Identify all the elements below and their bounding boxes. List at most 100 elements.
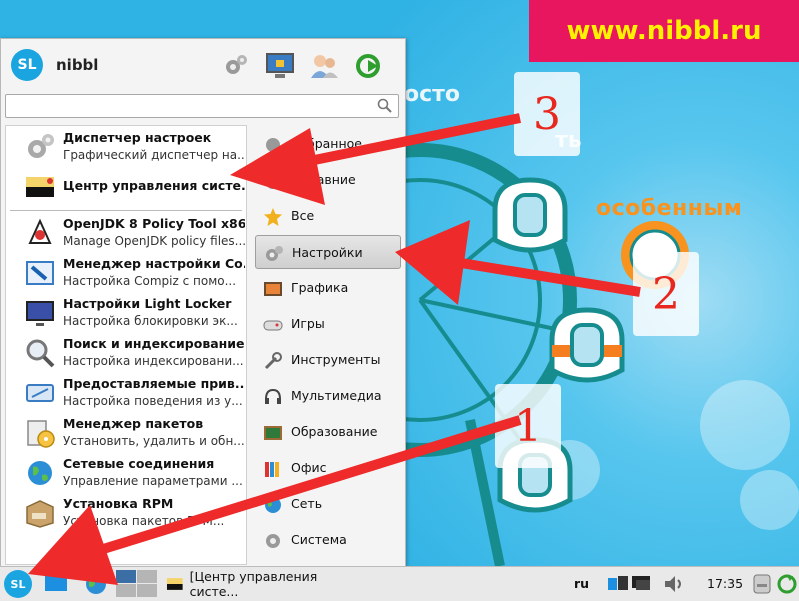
desktop-launcher-icon[interactable] bbox=[44, 572, 68, 596]
gondola-icon bbox=[549, 307, 625, 383]
app-title: Менеджер пакетов bbox=[63, 416, 204, 431]
network-tray-icon[interactable] bbox=[606, 572, 630, 596]
list-item-openjdk-policy[interactable]: OpenJDK 8 Policy Tool x86_64 Manage Open… bbox=[6, 214, 246, 252]
basealt-icon bbox=[166, 578, 183, 590]
list-item-preferred-apps[interactable]: Предоставляемые прив... Настройка поведе… bbox=[6, 374, 246, 412]
app-title: Диспетчер настроек bbox=[63, 130, 212, 145]
category-education[interactable]: Образование bbox=[255, 415, 401, 449]
list-item-control-center[interactable]: Центр управления систе... bbox=[6, 168, 246, 206]
category-graphics[interactable]: Графика bbox=[255, 271, 401, 305]
update-tray-icon[interactable] bbox=[775, 572, 799, 596]
list-item-compiz-manager[interactable]: Менеджер настройки Co... Настройка Compi… bbox=[6, 254, 246, 292]
search-field[interactable] bbox=[5, 94, 399, 118]
search-input[interactable] bbox=[10, 96, 374, 118]
category-settings[interactable]: Настройки bbox=[255, 235, 401, 269]
clock[interactable]: 17:35 bbox=[707, 576, 743, 591]
category-label: Офис bbox=[291, 460, 327, 475]
workspace-3[interactable] bbox=[116, 584, 136, 597]
logout-button[interactable] bbox=[351, 49, 385, 83]
category-list: Избранное Недавние Все Настройки Графика… bbox=[251, 125, 403, 565]
category-label: Сеть bbox=[291, 496, 323, 511]
gondola-icon bbox=[492, 177, 568, 253]
logout-icon bbox=[356, 54, 380, 78]
app-description: Управление параметрами ... bbox=[63, 474, 243, 488]
display-tray-icon[interactable] bbox=[630, 572, 654, 596]
category-label: Инструменты bbox=[291, 352, 381, 367]
category-label: Мультимедиа bbox=[291, 388, 382, 403]
category-label: Игры bbox=[291, 316, 325, 331]
site-banner: www.nibbl.ru bbox=[529, 0, 799, 62]
app-description: Графический диспетчер на... bbox=[63, 148, 245, 162]
category-label: Избранное bbox=[291, 136, 362, 151]
category-favorites[interactable]: Избранное bbox=[255, 127, 401, 161]
app-description: Настройка Compiz с помо... bbox=[63, 274, 237, 288]
distro-logo: SL bbox=[11, 49, 43, 81]
office-icon bbox=[265, 462, 279, 477]
category-system[interactable]: Система bbox=[255, 523, 401, 557]
list-item-light-locker[interactable]: Настройки Light Locker Настройка блокиро… bbox=[6, 294, 246, 332]
category-label: Настройки bbox=[292, 245, 363, 260]
list-item-package-manager[interactable]: Менеджер пакетов Установить, удалить и о… bbox=[6, 414, 246, 452]
category-tools[interactable]: Инструменты bbox=[255, 343, 401, 377]
volume-icon[interactable] bbox=[662, 572, 686, 596]
list-divider bbox=[10, 210, 242, 211]
workspace-4[interactable] bbox=[137, 584, 157, 597]
lock-screen-button[interactable] bbox=[263, 49, 297, 83]
user-name: nibbl bbox=[56, 56, 99, 74]
gears-icon bbox=[28, 134, 54, 158]
keyboard-layout-indicator[interactable]: ru bbox=[574, 576, 589, 591]
list-item-rpm-install[interactable]: Установка RPM Установка пакетов RPM... bbox=[6, 494, 246, 532]
users-icon bbox=[311, 55, 338, 78]
recent-icon bbox=[265, 173, 281, 189]
workspace-1[interactable] bbox=[116, 570, 136, 583]
menu-header: SL nibbl bbox=[1, 39, 405, 89]
category-recent[interactable]: Недавние bbox=[255, 163, 401, 197]
wallpaper-word-1: осто bbox=[404, 82, 461, 107]
search-icon[interactable] bbox=[377, 98, 393, 114]
app-title: Менеджер настройки Co... bbox=[63, 256, 245, 271]
list-item-settings-manager[interactable]: Диспетчер настроек Графический диспетчер… bbox=[6, 128, 246, 166]
category-office[interactable]: Офис bbox=[255, 451, 401, 485]
category-all[interactable]: Все bbox=[255, 199, 401, 233]
app-description: Установить, удалить и обн... bbox=[63, 434, 245, 448]
app-description: Настройка поведения из у... bbox=[63, 394, 243, 408]
workspace-switcher[interactable] bbox=[116, 570, 158, 598]
settings-icon bbox=[266, 246, 283, 261]
app-title: Настройки Light Locker bbox=[63, 296, 232, 311]
application-menu: SL nibbl Диспетчер настроек Графический … bbox=[0, 38, 406, 568]
app-description: Настройка индексировани... bbox=[63, 354, 244, 368]
app-title: Установка RPM bbox=[63, 496, 174, 511]
category-label: Графика bbox=[291, 280, 349, 295]
category-label: Все bbox=[291, 208, 315, 223]
settings-gears-button[interactable] bbox=[219, 49, 253, 83]
category-games[interactable]: Игры bbox=[255, 307, 401, 341]
step-number-2: 2 bbox=[633, 252, 699, 336]
magnifier-icon bbox=[26, 339, 55, 368]
app-title: OpenJDK 8 Policy Tool x86_64 bbox=[63, 216, 245, 231]
start-menu-button[interactable]: SL bbox=[4, 570, 32, 598]
network-icon bbox=[265, 497, 281, 513]
taskbar-window-title: [Центр управления систе... bbox=[189, 569, 318, 599]
step-number-1: 1 bbox=[495, 384, 561, 468]
java-icon bbox=[28, 218, 52, 244]
taskbar-window-button[interactable]: [Центр управления систе... bbox=[166, 569, 366, 599]
tools-icon bbox=[264, 352, 282, 370]
category-multimedia[interactable]: Мультимедиа bbox=[255, 379, 401, 413]
drive-tray-icon[interactable] bbox=[750, 572, 774, 596]
basealt-icon bbox=[26, 177, 54, 197]
workspace-2[interactable] bbox=[137, 570, 157, 583]
category-label: Система bbox=[291, 532, 347, 547]
lock-monitor-icon bbox=[266, 53, 294, 78]
package-cd-icon bbox=[27, 420, 55, 448]
wallpaper-word-2: особенным bbox=[596, 196, 743, 221]
app-title: Поиск и индексирование bbox=[63, 336, 245, 351]
education-icon bbox=[264, 426, 282, 440]
gears-icon bbox=[226, 55, 247, 74]
switch-user-button[interactable] bbox=[307, 49, 341, 83]
category-network[interactable]: Сеть bbox=[255, 487, 401, 521]
list-item-network-connections[interactable]: Сетевые соединения Управление параметрам… bbox=[6, 454, 246, 492]
graphics-icon bbox=[264, 282, 282, 296]
browser-launcher-icon[interactable] bbox=[84, 572, 108, 596]
system-icon bbox=[266, 534, 280, 548]
list-item-search-indexing[interactable]: Поиск и индексирование Настройка индекси… bbox=[6, 334, 246, 372]
